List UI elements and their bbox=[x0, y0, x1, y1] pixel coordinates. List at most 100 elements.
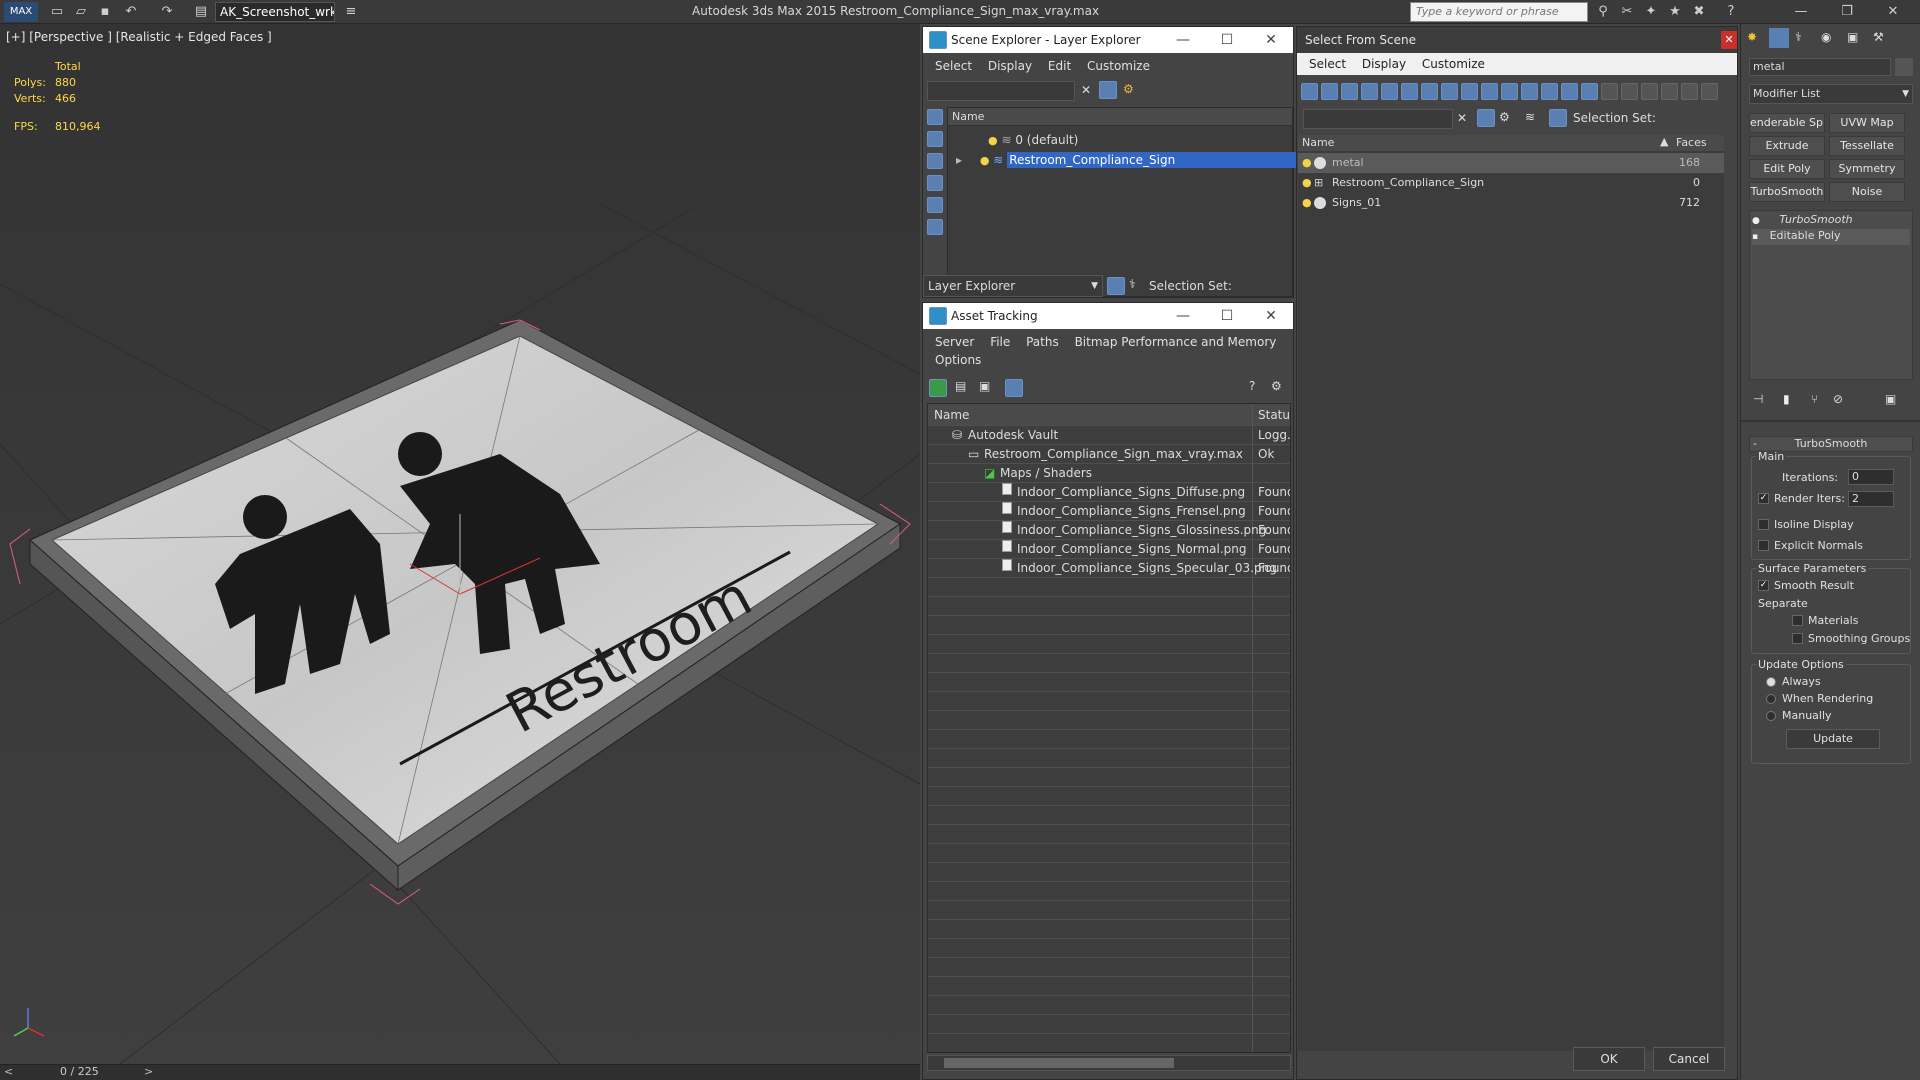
display-shapes-icon[interactable] bbox=[927, 175, 943, 191]
close-icon[interactable]: ✕ bbox=[1249, 27, 1293, 53]
rollout-collapse-icon[interactable]: - bbox=[1753, 437, 1757, 451]
visibility-bulb-icon[interactable]: ● bbox=[980, 154, 990, 167]
collapse-filter-icon[interactable] bbox=[1701, 83, 1718, 100]
layer-col-name[interactable]: Name bbox=[948, 108, 1292, 126]
render-iters-spinner[interactable]: 2 bbox=[1848, 491, 1894, 507]
update-button[interactable]: Update bbox=[1786, 729, 1880, 749]
visibility-bulb-icon[interactable]: ● bbox=[988, 134, 998, 147]
open-file-icon[interactable]: ▱ bbox=[70, 2, 92, 22]
object-row-restroom[interactable]: ● ⊞ Restroom_Compliance_Sign 0 bbox=[1298, 173, 1724, 193]
display-geometry-icon[interactable] bbox=[927, 153, 943, 169]
display-children-icon[interactable]: ⚙ bbox=[1499, 110, 1510, 124]
smoothing-groups-checkbox[interactable] bbox=[1792, 633, 1803, 644]
hidden-filter-icon[interactable] bbox=[1521, 83, 1538, 100]
layer-options-icon[interactable]: ⚙ bbox=[1123, 82, 1134, 96]
table-view-icon[interactable] bbox=[1005, 379, 1023, 397]
explorer-type-dropdown[interactable]: Layer Explorer ▼ bbox=[923, 275, 1103, 297]
helpers-filter-icon[interactable] bbox=[1381, 83, 1398, 100]
make-unique-icon[interactable]: ⑂ bbox=[1811, 392, 1818, 406]
scrollbar-thumb[interactable] bbox=[944, 1058, 1174, 1068]
sfs-search-input[interactable] bbox=[1303, 109, 1453, 129]
none-filter-icon[interactable] bbox=[1561, 83, 1578, 100]
search-input[interactable]: Type a keyword or phrase bbox=[1410, 2, 1588, 22]
pin-stack-icon[interactable]: ⊣ bbox=[1753, 392, 1763, 406]
layer-mode-icon[interactable] bbox=[1107, 277, 1125, 295]
object-color-swatch[interactable] bbox=[1895, 58, 1913, 76]
close-icon[interactable]: ✕ bbox=[1249, 303, 1293, 329]
menu-options[interactable]: Options bbox=[935, 349, 981, 371]
modifier-button[interactable]: Extrude bbox=[1749, 136, 1825, 156]
redo-icon[interactable]: ↷ bbox=[156, 2, 178, 22]
display-children-filter-icon[interactable] bbox=[1621, 83, 1638, 100]
xrefs-filter-icon[interactable] bbox=[1441, 83, 1458, 100]
minimize-icon[interactable]: — bbox=[1161, 303, 1205, 329]
motion-tab-icon[interactable]: ◉ bbox=[1821, 30, 1831, 44]
filter-filter-icon[interactable] bbox=[1661, 83, 1678, 100]
refresh-icon[interactable] bbox=[929, 379, 947, 397]
workspace-menu-icon[interactable]: ≡ bbox=[340, 2, 362, 22]
layer-row-default[interactable]: ● ≋ 0 (default) bbox=[948, 130, 1292, 150]
shapes-filter-icon[interactable] bbox=[1321, 83, 1338, 100]
expand-arrow-icon[interactable]: ▸ bbox=[956, 153, 962, 167]
list-mode-filter-icon[interactable] bbox=[1601, 83, 1618, 100]
asset-row[interactable]: Indoor_Compliance_Signs_Specular_03.png … bbox=[928, 559, 1290, 578]
asset-row[interactable]: ◪ Maps / Shaders bbox=[928, 464, 1290, 483]
smooth-result-checkbox[interactable]: ✓ bbox=[1758, 580, 1769, 591]
menu-edit[interactable]: Edit bbox=[1048, 55, 1071, 77]
clear-search-icon[interactable]: ✕ bbox=[1081, 83, 1091, 97]
layer-stack-icon[interactable]: ≋ bbox=[1525, 110, 1535, 124]
asset-row[interactable]: Indoor_Compliance_Signs_Normal.png Found bbox=[928, 540, 1290, 559]
layer-search-input[interactable] bbox=[927, 81, 1075, 101]
stack-item-turbosmooth[interactable]: ● TurboSmooth bbox=[1752, 213, 1910, 229]
prev-frame-button[interactable]: < bbox=[4, 1065, 13, 1078]
menu-display[interactable]: Display bbox=[1362, 53, 1406, 75]
undo-icon[interactable]: ↶ bbox=[120, 2, 142, 22]
viewport-label[interactable]: [+] [Perspective ] [Realistic + Edged Fa… bbox=[6, 30, 272, 44]
maximize-icon[interactable]: ☐ bbox=[1205, 303, 1249, 329]
layer-row-restroom[interactable]: ▸ ● ≋ Restroom_Compliance_Sign bbox=[948, 150, 1336, 170]
display-all-icon[interactable] bbox=[927, 131, 943, 147]
stack-item-editable-poly[interactable]: ▪ Editable Poly bbox=[1752, 229, 1910, 245]
hierarchy-tab-icon[interactable]: ⚕ bbox=[1795, 30, 1802, 44]
project-folder-icon[interactable]: ▤ bbox=[190, 2, 212, 22]
tools-icon[interactable]: ✂ bbox=[1616, 2, 1638, 22]
clear-search-icon[interactable]: ✕ bbox=[1457, 111, 1467, 125]
tree-view-icon[interactable]: ▣ bbox=[979, 379, 990, 393]
maximize-icon[interactable]: ☐ bbox=[1205, 27, 1249, 53]
modifier-button[interactable]: TurboSmooth bbox=[1749, 182, 1825, 202]
lights-filter-icon[interactable] bbox=[1341, 83, 1358, 100]
object-row-signs[interactable]: ● Signs_01 712 bbox=[1298, 193, 1724, 213]
display-lights-icon[interactable] bbox=[927, 197, 943, 213]
horizontal-scrollbar[interactable] bbox=[927, 1055, 1291, 1071]
settings-icon[interactable]: ⚙ bbox=[1271, 379, 1282, 393]
menu-display[interactable]: Display bbox=[988, 55, 1032, 77]
workspace-dropdown[interactable]: AK_Screenshot_wrksp bbox=[215, 2, 335, 22]
asset-row[interactable]: Indoor_Compliance_Signs_Frensel.png Foun… bbox=[928, 502, 1290, 521]
asset-row[interactable]: Indoor_Compliance_Signs_Glossiness.png F… bbox=[928, 521, 1290, 540]
create-tab-icon[interactable]: ✸ bbox=[1747, 30, 1757, 44]
filter-icon[interactable] bbox=[1477, 109, 1495, 127]
menu-customize[interactable]: Customize bbox=[1422, 53, 1485, 75]
explicit-normals-checkbox[interactable] bbox=[1758, 540, 1769, 551]
expand-icon[interactable]: ▪ bbox=[1752, 232, 1758, 242]
next-frame-button[interactable]: > bbox=[144, 1065, 153, 1078]
maximize-icon[interactable]: ❐ bbox=[1836, 2, 1858, 22]
col-status[interactable]: Status bbox=[1258, 404, 1290, 426]
modifier-button[interactable]: Edit Poly bbox=[1749, 159, 1825, 179]
hierarchy-icon[interactable] bbox=[1549, 109, 1567, 127]
close-icon[interactable]: ✕ bbox=[1882, 2, 1904, 22]
ok-button[interactable]: OK bbox=[1573, 1047, 1645, 1071]
filter-icon[interactable] bbox=[1099, 81, 1117, 99]
render-iters-checkbox[interactable]: ✓ bbox=[1758, 493, 1769, 504]
close-icon[interactable]: ✕ bbox=[1721, 31, 1737, 49]
display-tab-icon[interactable]: ▣ bbox=[1847, 30, 1858, 44]
col-faces[interactable]: Faces bbox=[1676, 136, 1707, 149]
binoculars-icon[interactable]: ⚲ bbox=[1592, 2, 1614, 22]
isoline-checkbox[interactable] bbox=[1758, 519, 1769, 530]
object-row-metal[interactable]: ● metal 168 bbox=[1298, 153, 1724, 173]
communication-icon[interactable]: ✦ bbox=[1640, 2, 1662, 22]
favorites-star-icon[interactable]: ★ bbox=[1664, 2, 1686, 22]
configure-sets-icon[interactable]: ▣ bbox=[1885, 392, 1896, 406]
app-menu-button[interactable]: MAX bbox=[4, 2, 38, 22]
groups-filter-icon[interactable] bbox=[1421, 83, 1438, 100]
